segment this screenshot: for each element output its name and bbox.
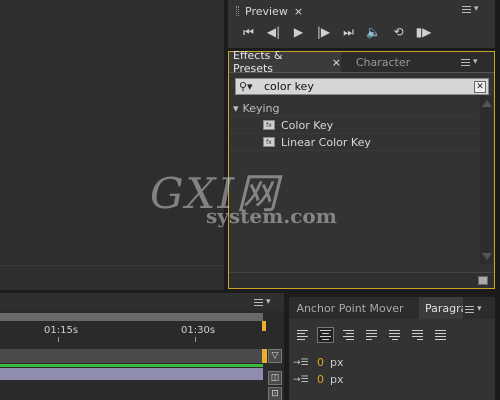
- chevron-down-icon: ▾: [477, 304, 482, 314]
- align-center-icon[interactable]: [317, 327, 334, 343]
- indent-left-icon: →☰: [293, 357, 309, 368]
- loop-icon[interactable]: ⟲: [386, 25, 411, 40]
- menu-lines-icon: [462, 5, 471, 13]
- panel-grip-icon[interactable]: [236, 6, 239, 16]
- tab-anchor-label: Anchor Point Mover: [296, 301, 404, 315]
- right-gutter: [495, 0, 500, 400]
- new-folder-icon[interactable]: [478, 276, 488, 285]
- indent-first-unit: px: [330, 373, 344, 386]
- clear-search-icon[interactable]: ✕: [474, 80, 486, 93]
- justify-right-icon[interactable]: [409, 327, 426, 343]
- layer-track-line: [0, 364, 263, 367]
- effect-label: Linear Color Key: [281, 135, 371, 149]
- list-item[interactable]: fx Linear Color Key: [229, 134, 478, 151]
- panel-menu-button[interactable]: ▾: [465, 304, 482, 314]
- tab-preview[interactable]: Preview ×: [230, 2, 309, 20]
- ruler-tick: [58, 337, 59, 342]
- preview-panel: Preview × ▾ ⏮ ◀| ▶ |▶ ⏭ 🔈 ⟲ ▮▶: [228, 0, 495, 48]
- prev-frame-icon[interactable]: ◀|: [261, 25, 286, 40]
- panel-menu-button[interactable]: ▾: [254, 297, 271, 307]
- close-icon[interactable]: ×: [294, 5, 303, 18]
- tab-character[interactable]: Character: [343, 52, 423, 72]
- paragraph-panel: Anchor Point Mover Paragraph ▾ →☰ 0 px →…: [289, 297, 495, 400]
- alignment-buttons: [294, 327, 449, 343]
- close-icon[interactable]: ×: [332, 56, 341, 69]
- list-item[interactable]: fx Color Key: [229, 117, 478, 134]
- effects-tree: ▾ Keying fx Color Key fx Linear Color Ke…: [229, 100, 478, 151]
- audio-icon[interactable]: 🔈: [361, 25, 386, 40]
- composition-viewer[interactable]: [0, 0, 224, 290]
- tab-character-label: Character: [355, 55, 411, 69]
- watermark-logo: GXI网 system.com: [150, 160, 337, 240]
- indent-left-row: →☰ 0 px: [293, 356, 344, 369]
- work-area-bar[interactable]: [0, 313, 263, 321]
- timeline-header: ▾: [0, 293, 284, 311]
- playback-controls: ⏮ ◀| ▶ |▶ ⏭ 🔈 ⟲ ▮▶: [236, 25, 436, 40]
- last-frame-icon[interactable]: ⏭: [336, 25, 361, 40]
- effects-tab-bar: Effects & Presets × Character ▾: [229, 49, 494, 75]
- tree-category-keying[interactable]: ▾ Keying: [229, 100, 478, 117]
- chevron-down-icon: ▾: [266, 297, 271, 307]
- tab-anchor-point-mover[interactable]: Anchor Point Mover: [289, 297, 411, 319]
- tab-effects-presets[interactable]: Effects & Presets ×: [229, 49, 341, 75]
- effects-search-field[interactable]: ⚲▾ color key ✕: [235, 78, 489, 95]
- scroll-up-icon[interactable]: [482, 100, 492, 107]
- panel-menu-button[interactable]: ▾: [461, 57, 478, 67]
- search-icon[interactable]: ⚲▾: [236, 80, 264, 93]
- indent-first-row: →☰ 0 px: [293, 373, 344, 386]
- chevron-down-icon: ▾: [473, 57, 478, 67]
- indent-left-unit: px: [330, 356, 344, 369]
- first-frame-icon[interactable]: ⏮: [236, 25, 261, 40]
- tab-preview-label: Preview: [245, 4, 288, 18]
- panel-menu-button[interactable]: ▾: [462, 4, 479, 14]
- effects-footer: [229, 272, 494, 288]
- paragraph-tab-bar: Anchor Point Mover Paragraph ▾: [289, 297, 495, 319]
- indent-first-value[interactable]: 0: [317, 373, 324, 386]
- indent-first-line-icon: →☰: [293, 374, 309, 385]
- scroll-down-icon[interactable]: [482, 253, 492, 260]
- effect-icon: fx: [263, 137, 275, 147]
- time-ruler[interactable]: 01:15s 01:30s: [0, 321, 262, 342]
- align-left-icon[interactable]: [294, 327, 311, 343]
- watermark-small: system.com: [206, 204, 337, 228]
- menu-lines-icon: [465, 305, 474, 313]
- disclosure-triangle-icon[interactable]: ▾: [233, 102, 239, 115]
- menu-lines-icon: [461, 58, 470, 66]
- next-frame-icon[interactable]: |▶: [311, 25, 336, 40]
- ruler-tick: [195, 337, 196, 342]
- layer-bar[interactable]: [0, 368, 263, 380]
- tab-paragraph-label: Paragraph: [425, 301, 463, 315]
- ruler-label: 01:30s: [181, 325, 216, 336]
- timeline-panel: ▾ 01:15s 01:30s ▽ ◫ ⊡: [0, 293, 284, 400]
- chevron-down-icon: ▾: [474, 4, 479, 14]
- justify-center-icon[interactable]: [386, 327, 403, 343]
- justify-all-icon[interactable]: [432, 327, 449, 343]
- tab-divider: [229, 72, 494, 73]
- vertical-scrollbar[interactable]: [480, 96, 493, 264]
- comp-flowchart-icon[interactable]: ◫: [268, 371, 282, 385]
- category-label: Keying: [242, 101, 280, 115]
- current-time-indicator[interactable]: [262, 321, 266, 331]
- layer-out-point[interactable]: [262, 349, 267, 363]
- indent-left-value[interactable]: 0: [317, 356, 324, 369]
- tab-paragraph[interactable]: Paragraph: [419, 297, 463, 319]
- ruler-label: 01:15s: [44, 325, 79, 336]
- layer-bar[interactable]: [0, 349, 263, 363]
- align-right-icon[interactable]: [340, 327, 357, 343]
- viewer-divider: [0, 265, 224, 266]
- zoom-icon[interactable]: ⊡: [268, 387, 282, 400]
- search-input[interactable]: color key: [264, 80, 474, 93]
- menu-lines-icon: [254, 298, 263, 306]
- effect-icon: fx: [263, 120, 275, 130]
- effect-label: Color Key: [281, 118, 334, 132]
- ram-preview-icon[interactable]: ▮▶: [411, 25, 436, 40]
- justify-left-icon[interactable]: [363, 327, 380, 343]
- play-icon[interactable]: ▶: [286, 25, 311, 40]
- comp-marker-icon[interactable]: ▽: [268, 349, 282, 363]
